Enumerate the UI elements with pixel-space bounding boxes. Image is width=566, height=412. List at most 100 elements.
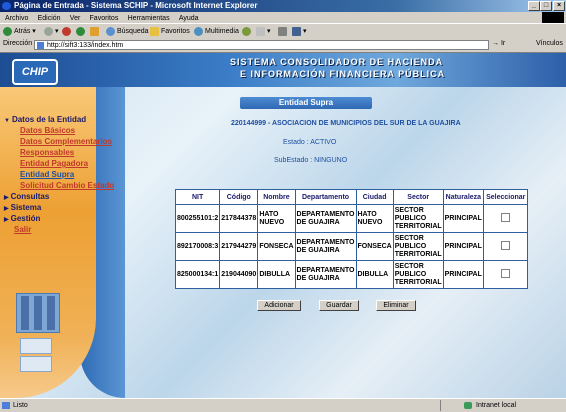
page-content: CHIP SISTEMA CONSOLIDADOR DE HACIENDA E … — [0, 53, 566, 398]
print-icon — [278, 26, 287, 36]
section-title: Entidad Supra — [240, 97, 372, 109]
menu-favoritos[interactable]: Favoritos — [90, 15, 119, 22]
add-button[interactable]: Adicionar — [257, 300, 301, 311]
banner-title: SISTEMA CONSOLIDADOR DE HACIENDA — [230, 57, 444, 67]
window-title: Página de Entrada - Sistema SCHIP - Micr… — [14, 1, 258, 10]
minimize-button[interactable]: _ — [528, 1, 540, 11]
nav-sistema[interactable]: ▶ Sistema — [4, 203, 41, 212]
table-header-row: NIT Código Nombre Departamento Ciudad Se… — [174, 189, 529, 205]
building-image — [16, 293, 60, 333]
print-button[interactable] — [278, 26, 289, 37]
cell-sector: SECTOR PUBLICO TERRITORIAL — [392, 260, 444, 289]
column-header: Departamento — [294, 189, 357, 205]
maximize-button[interactable]: □ — [540, 1, 552, 11]
favorites-icon — [150, 26, 159, 36]
ie-icon — [2, 2, 11, 10]
column-header: Naturaleza — [442, 189, 485, 205]
address-input[interactable]: http://sift3:133/index.htm — [34, 40, 489, 50]
address-label: Dirección — [3, 40, 33, 47]
column-header: Código — [219, 189, 259, 205]
cell-ciudad: DIBULLA — [355, 260, 394, 289]
nav-datos-complementarios[interactable]: Datos Complementarios — [20, 137, 112, 146]
select-checkbox[interactable] — [501, 240, 511, 250]
table-row: 825000134:1 219044090 DIBULLA DEPARTAMEN… — [174, 260, 529, 289]
windows-logo-icon — [542, 12, 564, 23]
nav-entidad-pagadora[interactable]: Entidad Pagadora — [20, 159, 88, 168]
stop-button[interactable] — [62, 26, 73, 37]
multimedia-button[interactable]: Multimedia — [194, 26, 239, 37]
save-button[interactable]: Guardar — [319, 300, 359, 311]
cell-codigo: 217844378 — [219, 204, 259, 233]
favorites-button[interactable]: Favoritos — [150, 26, 190, 37]
cell-naturaleza: PRINCIPAL — [442, 260, 485, 289]
security-zone: Intranet local — [476, 402, 517, 409]
mail-button[interactable]: ▾ — [256, 26, 271, 37]
page-done-icon — [2, 402, 10, 409]
menu-herramientas[interactable]: Herramientas — [128, 15, 170, 22]
cell-ciudad: FONSECA — [355, 232, 394, 261]
cell-ciudad: HATO NUEVO — [355, 204, 394, 233]
mail-icon — [256, 26, 265, 36]
close-button[interactable]: × — [553, 1, 565, 11]
collapsed-triangle-icon: ▶ — [4, 217, 9, 223]
column-header: Nombre — [257, 189, 296, 205]
nav-datos-entidad[interactable]: ▼ Datos de la Entidad — [4, 115, 86, 124]
search-button[interactable]: Búsqueda — [106, 26, 149, 37]
nav-consultas[interactable]: ▶ Consultas — [4, 192, 49, 201]
history-icon — [242, 26, 251, 36]
edit-icon — [292, 26, 301, 36]
cell-nombre: DIBULLA — [257, 260, 296, 289]
delete-button[interactable]: Eliminar — [376, 300, 416, 311]
cell-nit: 825000134:1 — [174, 260, 221, 289]
edit-button[interactable]: ▾ — [292, 26, 307, 37]
cell-nombre: HATO NUEVO — [257, 204, 296, 233]
cell-departamento: DEPARTAMENTO DE GUAJIRA — [294, 260, 357, 289]
home-button[interactable] — [90, 26, 101, 37]
nav-responsables[interactable]: Responsables — [20, 148, 74, 157]
select-checkbox[interactable] — [501, 212, 511, 222]
forward-button[interactable]: ▾ — [44, 26, 59, 37]
cell-naturaleza: PRINCIPAL — [442, 204, 485, 233]
supra-entities-table: NIT Código Nombre Departamento Ciudad Se… — [174, 189, 529, 289]
refresh-icon — [76, 26, 85, 36]
select-checkbox[interactable] — [501, 268, 511, 278]
history-button[interactable] — [242, 26, 253, 37]
intranet-icon — [464, 402, 472, 409]
search-icon — [106, 26, 115, 36]
expanded-triangle-icon: ▼ — [4, 118, 10, 124]
menu-edicion[interactable]: Edición — [38, 15, 61, 22]
entity-name: 220144999 - ASOCIACION DE MUNICIPIOS DEL… — [231, 120, 461, 127]
home-icon — [90, 26, 99, 36]
column-header: Seleccionar — [483, 189, 529, 205]
cell-sector: SECTOR PUBLICO TERRITORIAL — [392, 232, 444, 261]
back-arrow-icon — [3, 26, 12, 36]
menu-ayuda[interactable]: Ayuda — [179, 15, 199, 22]
cell-select — [483, 232, 529, 261]
multimedia-icon — [194, 26, 203, 36]
banner-subtitle: E INFORMACIÓN FINANCIERA PÚBLICA — [240, 69, 446, 79]
entity-state: Estado : ACTIVO — [283, 139, 337, 146]
cell-departamento: DEPARTAMENTO DE GUAJIRA — [294, 232, 357, 261]
cell-select — [483, 260, 529, 289]
cell-departamento: DEPARTAMENTO DE GUAJIRA — [294, 204, 357, 233]
status-separator — [440, 400, 441, 411]
nav-solicitud-cambio-estado[interactable]: Solicitud Cambio Estado — [20, 181, 114, 190]
nav-datos-basicos[interactable]: Datos Básicos — [20, 126, 75, 135]
cell-nit: 800255101:2 — [174, 204, 221, 233]
forward-arrow-icon — [44, 26, 53, 36]
nav-entidad-supra[interactable]: Entidad Supra — [20, 170, 74, 179]
cell-nombre: FONSECA — [257, 232, 296, 261]
chip-logo: CHIP — [12, 59, 58, 85]
refresh-button[interactable] — [76, 26, 87, 37]
table-row: 892170008:3 217944279 FONSECA DEPARTAMEN… — [174, 232, 529, 261]
menu-ver[interactable]: Ver — [70, 15, 81, 22]
back-button[interactable]: Atrás ▾ — [3, 26, 36, 37]
links-button[interactable]: Vínculos — [536, 40, 563, 47]
nav-salir[interactable]: Salir — [14, 225, 31, 234]
address-url: http://sift3:133/index.htm — [47, 42, 124, 49]
cell-codigo: 219044090 — [219, 260, 259, 289]
menu-archivo[interactable]: Archivo — [5, 15, 28, 22]
nav-gestion[interactable]: ▶ Gestión — [4, 214, 40, 223]
cell-naturaleza: PRINCIPAL — [442, 232, 485, 261]
go-button[interactable]: → Ir — [492, 40, 505, 47]
